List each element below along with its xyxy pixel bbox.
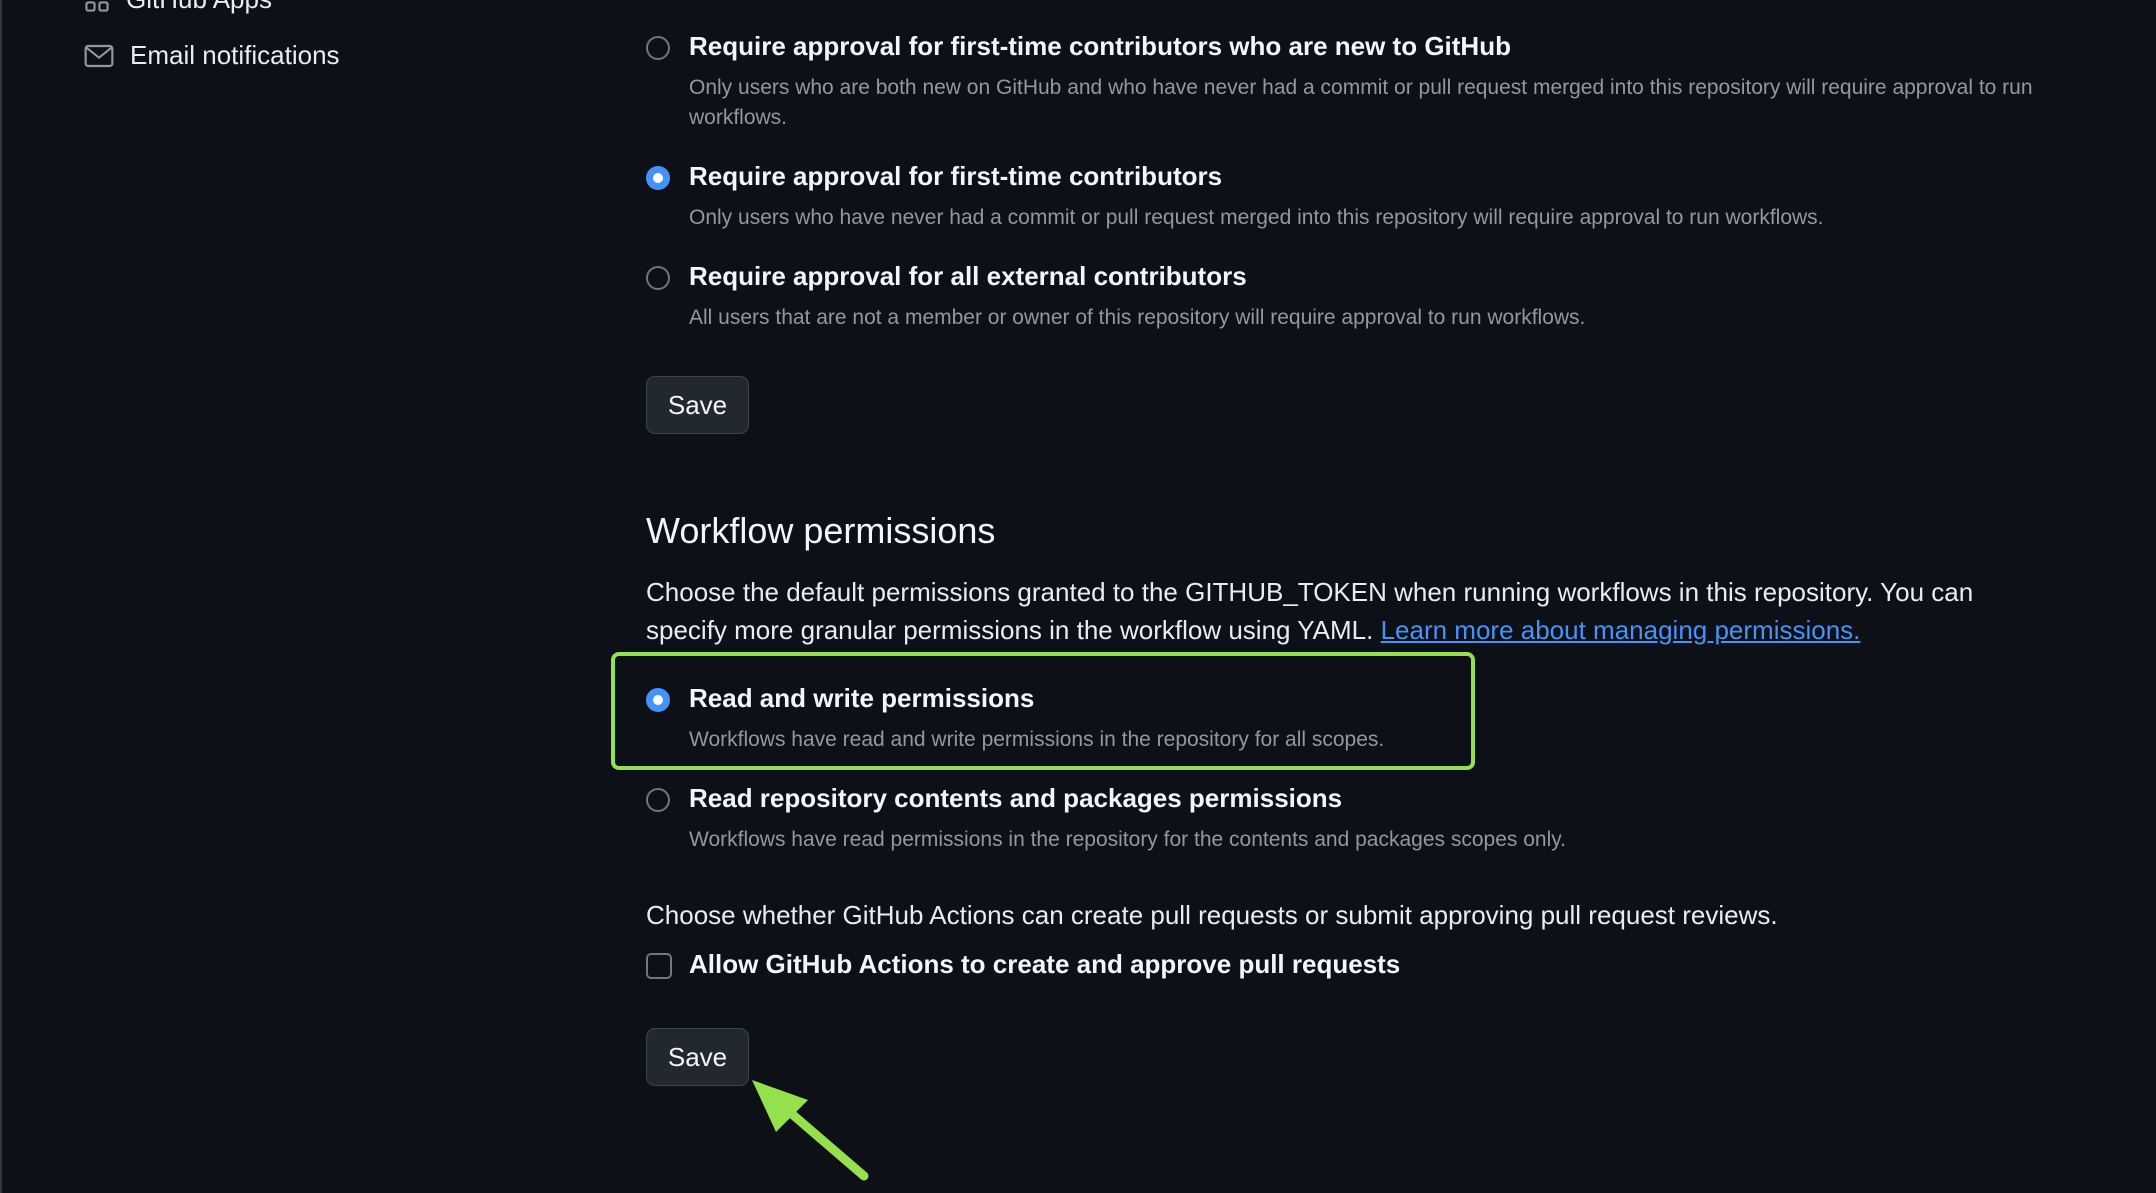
option-label: Require approval for first-time contribu…	[689, 31, 1511, 61]
radio-button[interactable]	[646, 36, 670, 60]
sidebar-item-email-notifications[interactable]: Email notifications	[84, 40, 340, 71]
sidebar-item-github-apps[interactable]: GitHub Apps	[84, 0, 272, 15]
radio-button[interactable]	[646, 266, 670, 290]
sidebar-item-label: GitHub Apps	[126, 0, 272, 15]
option-label: Read repository contents and packages pe…	[689, 783, 1343, 813]
option-label: Require approval for all external contri…	[689, 261, 1247, 291]
option-description: Only users who have never had a commit o…	[689, 206, 1824, 229]
radio-button-selected[interactable]	[646, 166, 670, 190]
option-description: Only users who are both new on GitHub an…	[689, 76, 2033, 129]
learn-more-link[interactable]: Learn more about managing permissions.	[1381, 615, 1861, 645]
section-description: Choose the default permissions granted t…	[646, 573, 2026, 649]
allow-pr-checkbox[interactable]	[646, 953, 672, 979]
window-edge	[0, 0, 2, 1193]
option-label: Require approval for first-time contribu…	[689, 161, 1223, 191]
save-permissions-button[interactable]: Save	[646, 1028, 749, 1086]
sidebar-item-label: Email notifications	[130, 40, 340, 70]
option-description: Workflows have read and write permission…	[689, 728, 1385, 751]
option-label: Read and write permissions	[689, 683, 1035, 713]
option-description: All users that are not a member or owner…	[689, 306, 1586, 329]
radio-button[interactable]	[646, 788, 670, 812]
mail-icon	[84, 43, 114, 69]
pull-request-question: Choose whether GitHub Actions can create…	[646, 900, 1778, 930]
apps-icon	[84, 0, 110, 13]
pointer-arrow-icon	[752, 1080, 869, 1181]
checkbox-label: Allow GitHub Actions to create and appro…	[689, 949, 1401, 979]
save-approval-button[interactable]: Save	[646, 376, 749, 434]
section-title: Workflow permissions	[646, 510, 996, 551]
radio-button-selected[interactable]	[646, 688, 670, 712]
option-description: Workflows have read permissions in the r…	[689, 828, 1567, 851]
